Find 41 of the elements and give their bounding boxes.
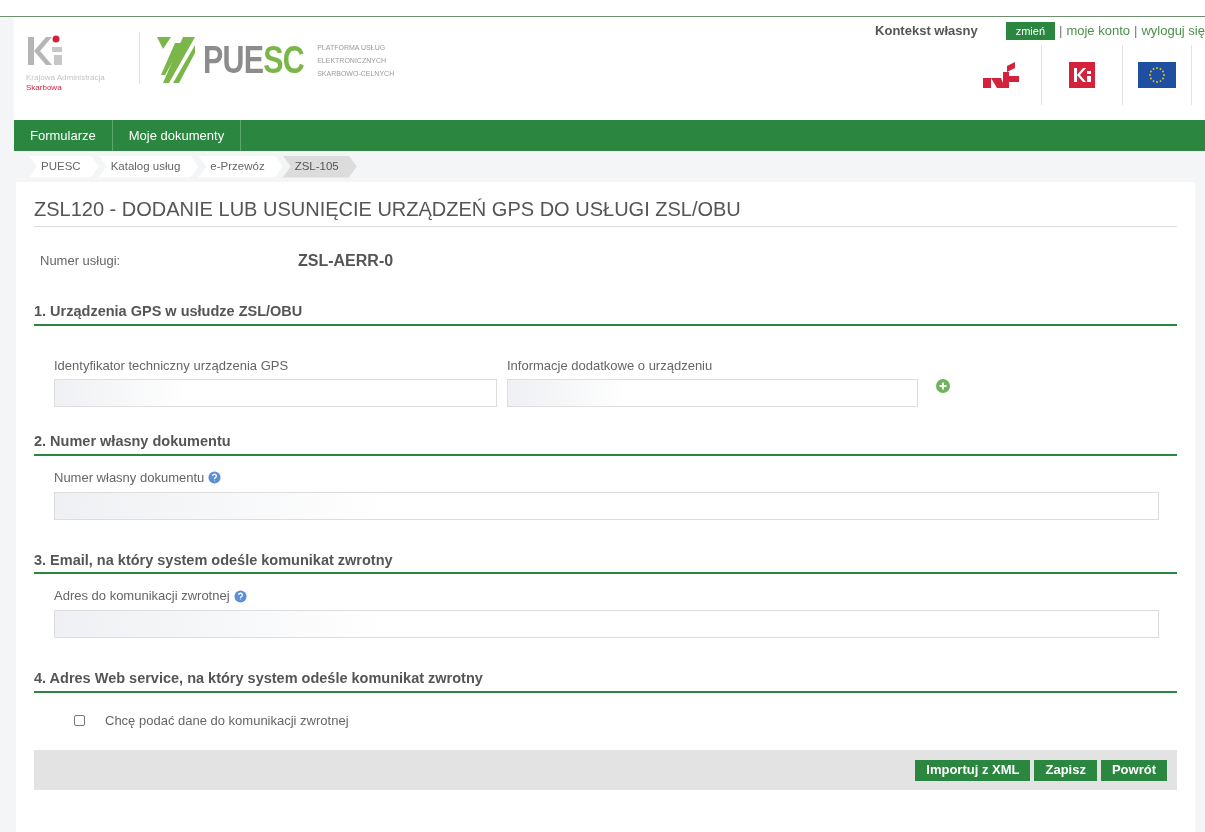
service-number-label: Numer usługi:: [40, 252, 122, 271]
checkbox-label: Chcę podać dane do komunikacji zwrotnej: [105, 711, 349, 730]
breadcrumb[interactable]: Katalog usług: [98, 155, 199, 178]
section-heading: 2. Numer własny dokumentu: [34, 432, 232, 452]
kas-name: Skarbowa: [26, 83, 63, 93]
action-button[interactable]: Powrót: [1100, 759, 1167, 781]
action-button[interactable]: Importuj z XML: [915, 759, 1031, 781]
field-label: Informacje dodatkowe o urządzeniu: [507, 356, 713, 375]
input-field[interactable]: [54, 609, 1159, 638]
field-label: Adres do komunikacji zwrotnej: [54, 587, 230, 606]
separator: |: [1059, 22, 1063, 41]
nav-item[interactable]: Formularze: [14, 120, 113, 151]
stripes-logo-icon: [157, 35, 197, 85]
add-icon[interactable]: [936, 379, 950, 394]
input-field[interactable]: [54, 379, 497, 408]
field-label: Identyfikator techniczny urządzenia GPS: [54, 356, 289, 375]
service-number-value: ZSL-AERR-0: [298, 251, 394, 271]
page-title: ZSL120 - DODANIE LUB USUNIĘCIE URZĄDZEŃ GPS DO USŁUGI ZSL/OBU: [34, 197, 742, 222]
section-heading: 3. Email, na który system odeśle komunikat zwrotny: [34, 550, 394, 570]
nav-item[interactable]: Moje dokumenty: [112, 120, 242, 151]
separator: |: [1134, 22, 1138, 41]
eu-flag-icon: [1138, 62, 1176, 88]
kas-badge-icon: [1069, 62, 1095, 88]
change-button[interactable]: zmień: [1005, 22, 1056, 40]
section-heading: 1. Urządzenia GPS w usłudze ZSL/OBU: [34, 302, 304, 321]
breadcrumb[interactable]: PUESC: [29, 155, 99, 178]
breadcrumb[interactable]: e-Przewóz: [198, 155, 283, 178]
section-heading: 4. Adres Web service, na który system odeśle komunikat zwrotny: [34, 668, 484, 688]
ministry-logo-icon: [983, 62, 1019, 88]
header-link[interactable]: wyloguj się: [1141, 21, 1205, 41]
field-label: Numer własny dokumentu: [54, 469, 205, 487]
input-field[interactable]: [507, 379, 918, 408]
header-link[interactable]: moje konto: [1066, 21, 1130, 41]
context-label: Kontekst własny: [875, 22, 978, 41]
action-button[interactable]: Zapisz: [1034, 759, 1097, 781]
breadcrumb[interactable]: ZSL-105: [282, 155, 357, 178]
help-icon[interactable]: [233, 589, 247, 603]
checkbox[interactable]: [74, 714, 85, 726]
help-icon[interactable]: [208, 471, 222, 485]
brand-name: PUESC: [203, 41, 304, 79]
input-field[interactable]: [54, 491, 1159, 520]
